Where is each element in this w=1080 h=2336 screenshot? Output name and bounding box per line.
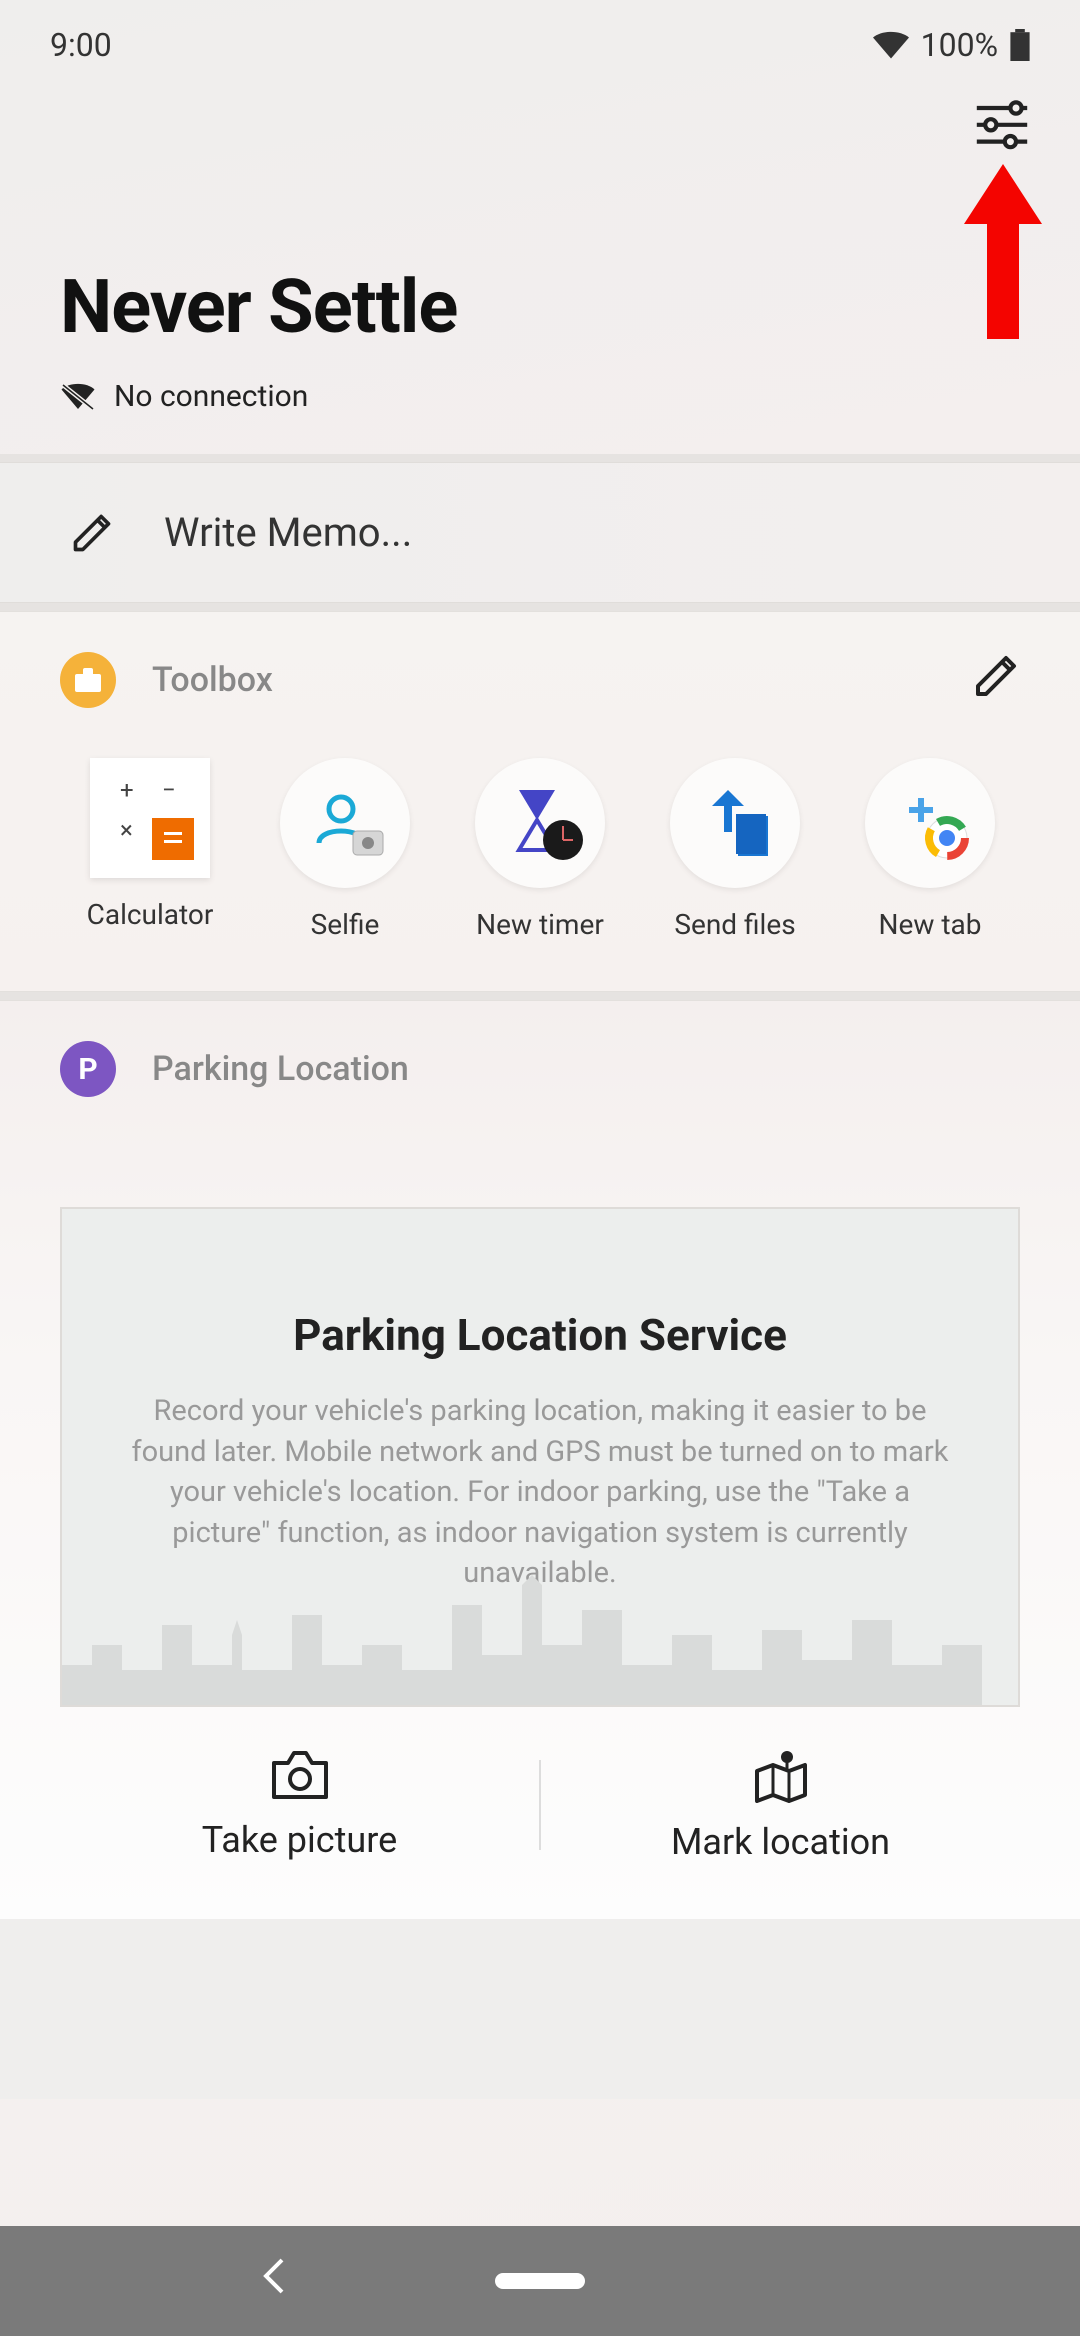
timer-icon [475, 758, 605, 888]
system-nav-bar [0, 2226, 1080, 2336]
sliders-icon [974, 94, 1030, 150]
take-picture-button[interactable]: Take picture [60, 1749, 539, 1861]
toolbox-item-label: Send files [674, 908, 795, 941]
toolbox-item-new-timer[interactable]: New timer [450, 758, 630, 941]
pencil-icon [70, 511, 114, 555]
parking-section-title: Parking Location [152, 1049, 409, 1089]
write-memo-row[interactable]: Write Memo... [0, 462, 1080, 603]
battery-icon [1010, 29, 1030, 61]
toolbox-row: + − × Calculator Selfie [60, 758, 1020, 941]
settings-sliders-button[interactable] [974, 94, 1030, 150]
toolbox-item-calculator[interactable]: + − × Calculator [60, 758, 240, 941]
memo-placeholder: Write Memo... [164, 509, 412, 556]
wifi-icon [873, 31, 909, 59]
chevron-left-icon [260, 2256, 288, 2296]
parking-card: P Parking Location Parking Location Serv… [0, 1000, 1080, 1919]
skyline-icon [62, 1575, 982, 1705]
toolbox-item-send-files[interactable]: Send files [645, 758, 825, 941]
svg-text:−: − [162, 776, 176, 804]
mark-location-label: Mark location [671, 1821, 890, 1863]
divider [0, 992, 1080, 1000]
parking-box-title: Parking Location Service [112, 1309, 968, 1361]
send-files-icon [670, 758, 800, 888]
connection-text: No connection [114, 379, 308, 414]
divider [0, 603, 1080, 611]
calculator-icon: + − × [90, 758, 210, 878]
page-title: Never Settle [60, 264, 1020, 351]
toolbox-item-label: Calculator [87, 898, 214, 931]
parking-badge-letter: P [78, 1052, 97, 1087]
parking-description: Record your vehicle's parking location, … [112, 1391, 968, 1594]
toolbox-item-label: New tab [879, 908, 982, 941]
selfie-icon [280, 758, 410, 888]
new-tab-icon [865, 758, 995, 888]
toolbox-item-label: Selfie [311, 908, 380, 941]
toolbox-badge-icon [60, 652, 116, 708]
toolbox-card: Toolbox + − × Calculator [0, 611, 1080, 992]
battery-text: 100% [921, 26, 998, 64]
toolbox-item-new-tab[interactable]: New tab [840, 758, 1020, 941]
parking-header: P Parking Location [60, 1041, 1020, 1097]
svg-text:+: + [120, 776, 134, 804]
take-picture-label: Take picture [202, 1819, 397, 1861]
connection-row: No connection [60, 379, 1020, 414]
spacer [0, 1919, 1080, 2099]
divider [0, 454, 1080, 462]
toolbox-item-selfie[interactable]: Selfie [255, 758, 435, 941]
svg-text:×: × [120, 816, 133, 844]
mark-location-button[interactable]: Mark location [541, 1747, 1020, 1863]
status-time: 9:00 [50, 26, 112, 64]
toolbox-edit-button[interactable] [972, 652, 1020, 704]
header: Never Settle No connection [0, 64, 1080, 454]
parking-actions: Take picture Mark location [60, 1747, 1020, 1863]
toolbox-item-label: New timer [476, 908, 604, 941]
status-right: 100% [873, 26, 1030, 64]
toolbox-title: Toolbox [152, 660, 273, 700]
parking-badge-icon: P [60, 1041, 116, 1097]
camera-icon [270, 1749, 330, 1801]
wifi-off-icon [60, 382, 96, 412]
parking-info-box: Parking Location Service Record your veh… [60, 1207, 1020, 1707]
pencil-icon [972, 652, 1020, 700]
status-bar: 9:00 100% [0, 0, 1080, 64]
highlight-arrow-icon [964, 164, 1042, 339]
toolbox-header: Toolbox [60, 652, 1020, 708]
home-indicator[interactable] [495, 2273, 585, 2289]
back-button[interactable] [260, 2256, 288, 2306]
map-pin-icon [751, 1747, 811, 1803]
